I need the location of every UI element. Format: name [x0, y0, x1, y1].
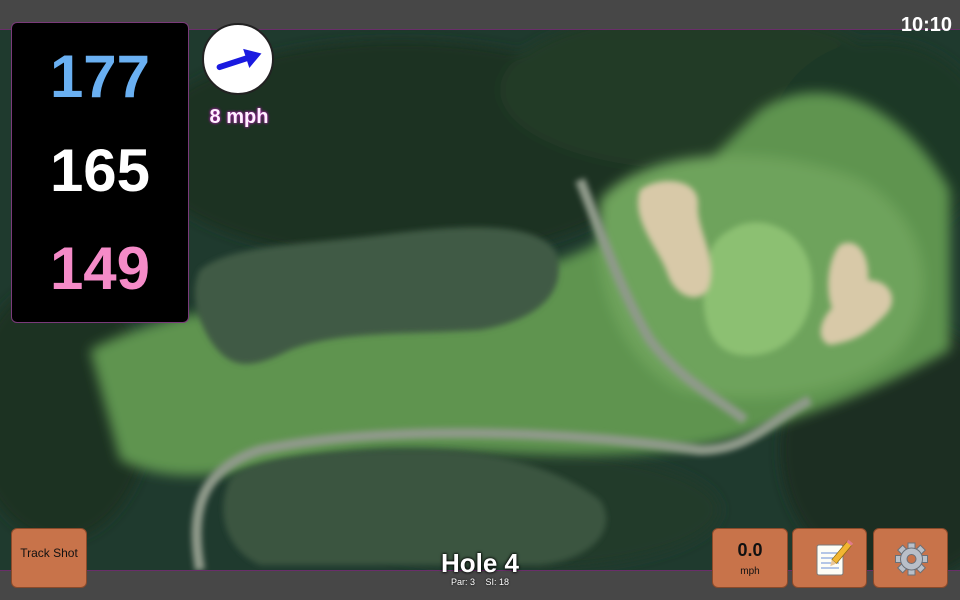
wind-speed: 8 mph: [209, 106, 269, 128]
yardage-back: 177: [49, 43, 151, 110]
yardage-front: 149: [49, 235, 151, 302]
yardage-panel: 177 165 149: [11, 22, 189, 323]
speed-button[interactable]: 0.0 mph: [712, 528, 788, 588]
speed-value: 0.0: [737, 540, 763, 560]
hole-par: Par: 3: [450, 577, 475, 587]
gear-icon: [895, 542, 928, 576]
hole-stroke-index: SI: 18: [485, 577, 510, 587]
notes-button[interactable]: [792, 528, 867, 588]
wind-direction-dial: [202, 23, 274, 95]
hole-title: Hole 4: [440, 548, 520, 578]
speed-unit: mph: [740, 566, 760, 577]
notepad-icon: [816, 539, 854, 576]
clock: 10:10: [900, 14, 952, 36]
settings-button[interactable]: [873, 528, 948, 588]
hole-info: Par: 3 SI: 18: [380, 577, 580, 587]
wind-arrow-icon: [216, 48, 262, 71]
yardage-middle: 165: [49, 137, 151, 204]
track-shot-button[interactable]: Track Shot: [11, 528, 87, 588]
